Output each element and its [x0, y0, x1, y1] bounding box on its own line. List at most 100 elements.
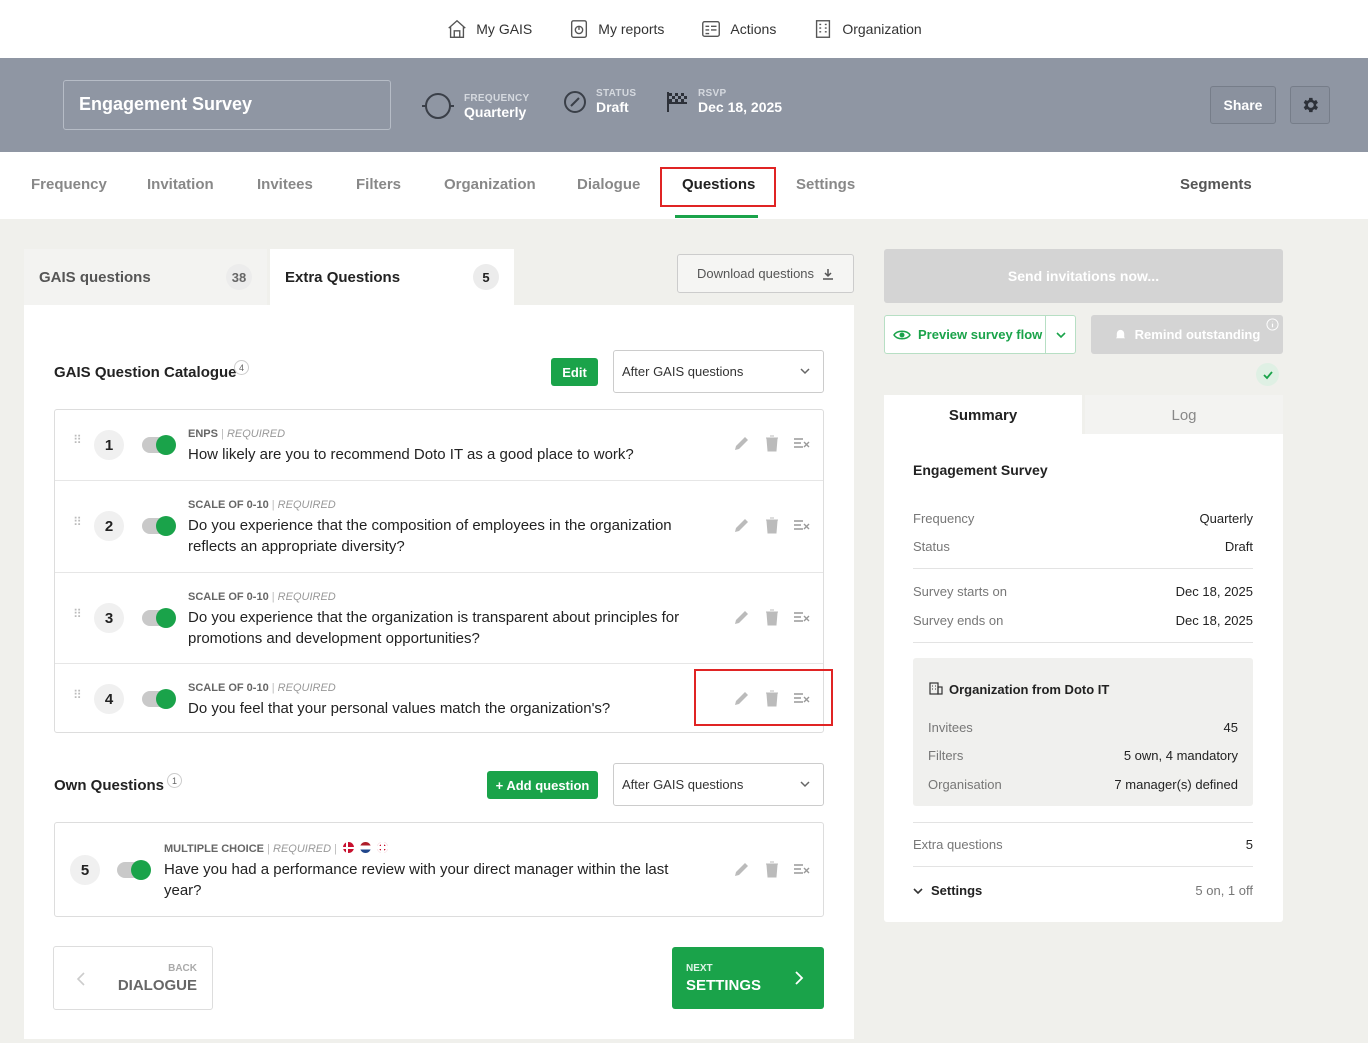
summary-row: Frequency Quarterly [913, 511, 1253, 526]
tab-dialogue[interactable]: Dialogue [577, 176, 640, 193]
divider [913, 866, 1253, 867]
nav-my-reports[interactable]: My reports [568, 18, 664, 40]
subtab-extra-questions[interactable]: Extra Questions 5 [270, 249, 514, 305]
info-icon[interactable] [1266, 318, 1279, 331]
pencil-icon[interactable] [733, 516, 751, 534]
chevron-down-icon [800, 368, 810, 375]
settings-label: Settings [931, 883, 983, 898]
question-row[interactable]: 5 MULTIPLE CHOICE | REQUIRED | Have you … [55, 823, 823, 916]
question-toggle[interactable] [142, 689, 176, 709]
download-questions-button[interactable]: Download questions [677, 254, 854, 293]
question-toggle[interactable] [117, 860, 151, 880]
tab-organization[interactable]: Organization [444, 176, 536, 193]
divider [913, 822, 1253, 823]
share-button[interactable]: Share [1210, 86, 1276, 124]
pencil-icon[interactable] [733, 434, 751, 452]
back-button[interactable]: BACK DIALOGUE [53, 946, 213, 1010]
back-small-label: BACK [168, 963, 197, 974]
summary-value: Draft [1224, 539, 1253, 554]
tab-frequency[interactable]: Frequency [31, 176, 107, 193]
top-navigation: My GAIS My reports Actions Organization [0, 0, 1368, 58]
divider [913, 568, 1253, 569]
nav-actions[interactable]: Actions [700, 18, 776, 40]
settings-button[interactable] [1290, 86, 1330, 124]
own-questions-title: Own Questions [54, 777, 165, 794]
question-row[interactable]: ⠿ 1 ENPS | REQUIRED How likely are you t… [55, 410, 823, 481]
drag-handle-icon[interactable]: ⠿ [73, 689, 83, 701]
status-value: Draft [596, 99, 629, 115]
org-row: Filters 5 own, 4 mandatory [928, 748, 1238, 763]
question-toggle[interactable] [142, 516, 176, 536]
org-row: Invitees 45 [928, 720, 1238, 735]
summary-value: Dec 18, 2025 [1175, 613, 1253, 628]
trash-icon[interactable] [763, 860, 781, 878]
tab-summary[interactable]: Summary [884, 395, 1082, 435]
settings-toggle-row[interactable]: Settings 5 on, 1 off [913, 883, 1253, 898]
required-label: REQUIRED [273, 843, 332, 855]
question-row[interactable]: ⠿ 3 SCALE OF 0-10 | REQUIRED Do you expe… [55, 573, 823, 664]
subtab-gais-questions[interactable]: GAIS questions 38 [24, 249, 267, 305]
required-label: REQUIRED [226, 428, 286, 440]
drag-handle-icon[interactable]: ⠿ [73, 608, 83, 620]
drag-handle-icon[interactable]: ⠿ [73, 516, 83, 528]
preview-survey-flow-button[interactable]: Preview survey flow [884, 315, 1076, 354]
active-tab-indicator [675, 215, 758, 218]
nav-my-gais[interactable]: My GAIS [446, 18, 532, 40]
nav-organization[interactable]: Organization [812, 18, 922, 40]
chevron-left-icon [76, 972, 85, 986]
trash-icon[interactable] [763, 516, 781, 534]
tab-log[interactable]: Log [1085, 395, 1283, 435]
remove-list-icon[interactable] [793, 516, 811, 534]
remind-outstanding-button[interactable]: Remind outstanding [1091, 315, 1283, 354]
rsvp-value: Dec 18, 2025 [698, 99, 783, 115]
question-toggle[interactable] [142, 608, 176, 628]
drag-handle-icon[interactable]: ⠿ [73, 434, 83, 446]
tab-segments[interactable]: Segments [1180, 176, 1252, 193]
tab-invitation[interactable]: Invitation [147, 176, 214, 193]
edit-button[interactable]: Edit [551, 358, 598, 386]
question-type: MULTIPLE CHOICE | REQUIRED | [164, 842, 389, 855]
type-label: MULTIPLE CHOICE [164, 843, 265, 855]
question-type: SCALE OF 0-10 | REQUIRED [188, 682, 336, 694]
question-toggle[interactable] [142, 435, 176, 455]
question-text: Have you had a performance review with y… [164, 861, 669, 899]
highlight-box [660, 167, 776, 207]
type-label: SCALE OF 0-10 [188, 591, 269, 603]
subtab-label: GAIS questions [39, 268, 151, 286]
remove-list-icon[interactable] [793, 860, 811, 878]
next-button[interactable]: NEXT SETTINGS [672, 947, 824, 1009]
subtab-label: Extra Questions [285, 268, 401, 286]
circle-icon [422, 93, 454, 119]
tab-invitees[interactable]: Invitees [257, 176, 313, 193]
catalogue-position-select[interactable]: After GAIS questions [613, 350, 824, 393]
summary-survey-title: Engagement Survey [913, 462, 1048, 478]
chevron-down-icon[interactable] [1055, 329, 1067, 341]
next-big-label: SETTINGS [686, 977, 762, 994]
trash-icon[interactable] [763, 434, 781, 452]
edit-circle-icon [564, 90, 586, 113]
question-number: 5 [70, 855, 100, 885]
pencil-icon[interactable] [733, 860, 751, 878]
divider [1045, 316, 1046, 353]
question-row[interactable]: ⠿ 2 SCALE OF 0-10 | REQUIRED Do you expe… [55, 481, 823, 573]
status-label: STATUS [596, 88, 637, 99]
summary-value: Dec 18, 2025 [1175, 584, 1253, 599]
question-number: 1 [94, 430, 124, 460]
survey-title-input[interactable]: Engagement Survey [63, 80, 391, 130]
bell-icon [1115, 329, 1125, 340]
preview-label: Preview survey flow [918, 327, 1043, 342]
select-value: After GAIS questions [622, 364, 744, 379]
add-question-button[interactable]: + Add question [487, 771, 598, 799]
tab-filters[interactable]: Filters [356, 176, 401, 193]
trash-icon[interactable] [763, 608, 781, 626]
chevron-down-icon [800, 781, 810, 788]
remove-list-icon[interactable] [793, 608, 811, 626]
pencil-icon[interactable] [733, 608, 751, 626]
own-position-select[interactable]: After GAIS questions [613, 763, 824, 806]
remove-list-icon[interactable] [793, 434, 811, 452]
summary-row: Status Draft [913, 539, 1253, 554]
survey-tabs: Frequency Invitation Invitees Filters Or… [0, 152, 1368, 219]
send-invitations-button[interactable]: Send invitations now... [884, 249, 1283, 303]
tab-settings[interactable]: Settings [796, 176, 855, 193]
catalogue-title: GAIS Question Catalogue [54, 364, 237, 381]
